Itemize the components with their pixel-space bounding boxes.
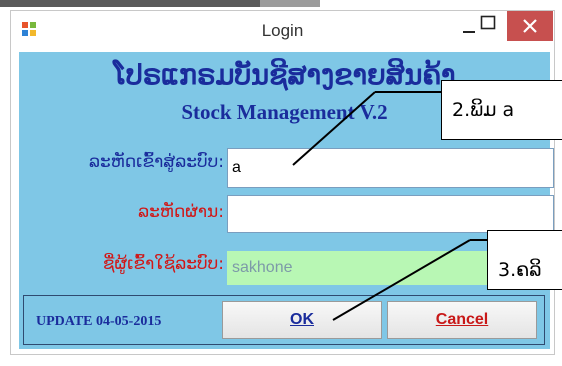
password-input[interactable] (227, 195, 554, 233)
password-label: ລະຫັດຜ່ານ: (138, 202, 224, 222)
instruction-callout-click: 3.ຄລິ (487, 230, 562, 290)
cancel-button[interactable]: Cancel (387, 301, 537, 339)
maximize-icon[interactable] (473, 11, 509, 41)
background-strip (0, 0, 562, 7)
login-window: Login ໂປຣແກຣມບັນຊີສາງຂາຍສິນຄ້າ Stock Man… (10, 10, 555, 355)
title-bar[interactable]: Login (11, 11, 554, 51)
update-date: UPDATE 04-05-2015 (36, 314, 162, 329)
username-label: ລະຫັດເຂົ້າສູ່ລະບົບ: (89, 152, 224, 172)
username-input[interactable] (227, 148, 554, 188)
instruction-callout-type: 2.ພິມ a (441, 80, 562, 140)
ok-button[interactable]: OK (222, 301, 382, 339)
close-icon[interactable] (507, 11, 553, 41)
user-name-label: ຊື່ຜູ້ເຂົ້າໃຊ້ລະບົບ: (102, 254, 224, 274)
footer-panel: UPDATE 04-05-2015 OK Cancel (23, 295, 545, 345)
